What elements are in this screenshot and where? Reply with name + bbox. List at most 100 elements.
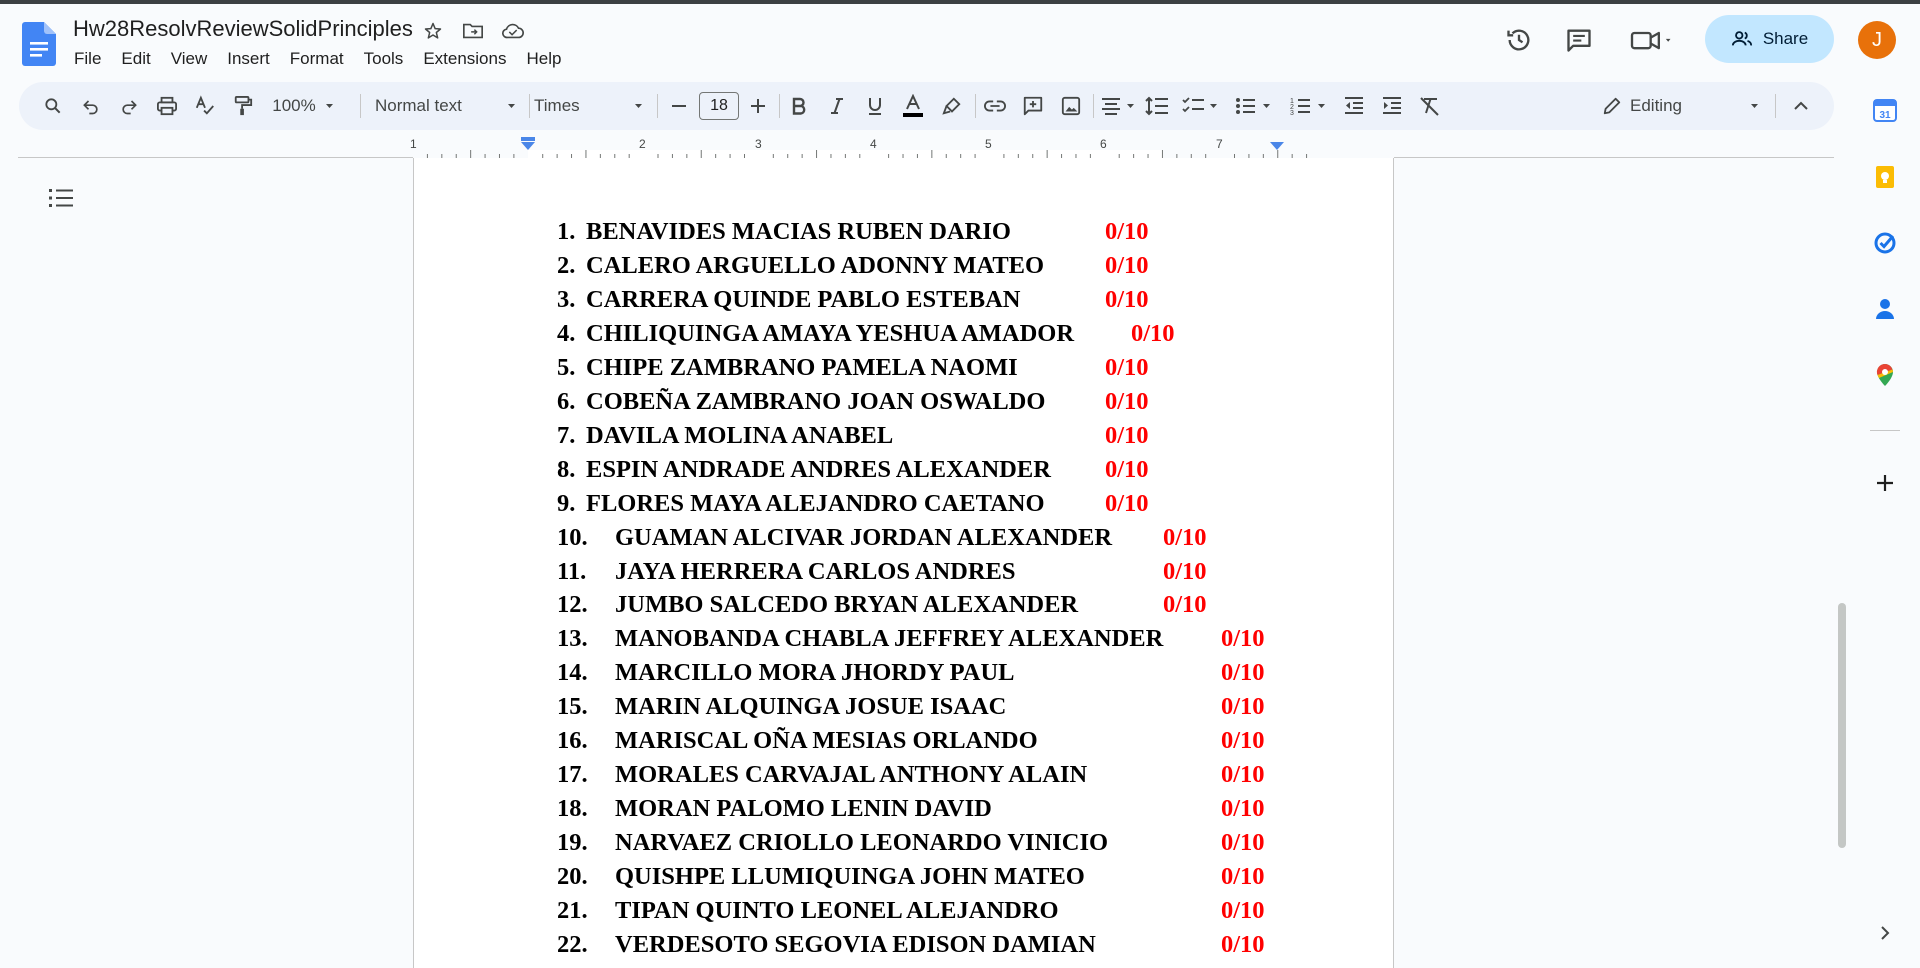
meet-button[interactable] xyxy=(1628,24,1678,56)
menu-extensions[interactable]: Extensions xyxy=(413,47,516,71)
undo-icon[interactable] xyxy=(79,94,103,118)
list-number: 10. xyxy=(557,523,588,551)
insert-image-icon[interactable] xyxy=(1058,94,1084,118)
hide-menus-icon[interactable] xyxy=(1789,94,1813,118)
decrease-font-size-icon[interactable] xyxy=(667,94,691,118)
highlight-color-icon[interactable] xyxy=(939,94,965,118)
text-color-icon[interactable] xyxy=(900,94,926,118)
ruler-label: 3 xyxy=(755,137,762,151)
chevron-right-icon[interactable] xyxy=(1873,921,1897,945)
ruler-label: 4 xyxy=(870,137,877,151)
menu-view[interactable]: View xyxy=(161,47,218,71)
add-comment-icon[interactable] xyxy=(1020,94,1046,118)
student-name: MORAN PALOMO LENIN DAVID xyxy=(615,795,992,823)
decrease-indent-icon[interactable] xyxy=(1341,94,1367,118)
search-menus-icon[interactable] xyxy=(41,94,65,118)
student-name: BENAVIDES MACIAS RUBEN DARIO xyxy=(586,218,1011,245)
list-number: 11. xyxy=(557,557,587,585)
increase-font-size-icon[interactable] xyxy=(746,94,770,118)
increase-indent-icon[interactable] xyxy=(1379,94,1405,118)
cloud-status-icon[interactable] xyxy=(500,18,526,44)
menu-edit[interactable]: Edit xyxy=(111,47,160,71)
move-folder-icon[interactable] xyxy=(460,18,486,44)
bold-icon[interactable] xyxy=(786,94,812,118)
ruler-label: 7 xyxy=(1216,137,1223,151)
list-number: 13. xyxy=(557,625,588,653)
student-score: 0/10 xyxy=(1105,489,1149,517)
calendar-icon[interactable]: 31 xyxy=(1873,98,1897,122)
tasks-icon[interactable] xyxy=(1873,231,1897,255)
menu-tools[interactable]: Tools xyxy=(354,47,414,71)
student-name: CARRERA QUINDE PABLO ESTEBAN xyxy=(586,285,1021,313)
list-number: 14. xyxy=(557,659,588,687)
ruler-label: 5 xyxy=(985,137,992,151)
version-history-icon[interactable] xyxy=(1503,24,1535,56)
italic-icon[interactable] xyxy=(824,94,850,118)
paint-format-icon[interactable] xyxy=(231,94,255,118)
redo-icon[interactable] xyxy=(117,94,141,118)
maps-icon[interactable] xyxy=(1873,363,1897,387)
share-button[interactable]: Share xyxy=(1705,15,1834,63)
list-number: 8. xyxy=(557,455,576,483)
bulleted-list-select[interactable] xyxy=(1234,94,1280,118)
contacts-icon[interactable] xyxy=(1873,297,1897,321)
document-outline-icon[interactable] xyxy=(47,186,75,210)
document-title[interactable]: Hw28ResolvReviewSolidPrinciples xyxy=(73,16,413,42)
student-name: JAYA HERRERA CARLOS ANDRES xyxy=(615,557,1016,585)
student-name: TIPAN QUINTO LEONEL ALEJANDRO xyxy=(615,897,1059,924)
paragraph-style-select[interactable]: Normal text xyxy=(375,94,519,118)
list-number: 19. xyxy=(557,829,588,857)
student-name: JUMBO SALCEDO BRYAN ALEXANDER xyxy=(615,591,1079,619)
ruler-label: 1 xyxy=(410,137,417,151)
formatting-toolbar: 100% Normal text Times 18 1 2 3 Editing xyxy=(19,82,1834,130)
student-score: 0/10 xyxy=(1221,897,1265,924)
student-score: 0/10 xyxy=(1221,693,1265,721)
docs-logo-icon[interactable] xyxy=(22,22,56,66)
menu-format[interactable]: Format xyxy=(280,47,354,71)
star-icon[interactable] xyxy=(420,18,446,44)
list-number: 20. xyxy=(557,863,588,891)
keep-icon[interactable] xyxy=(1873,165,1897,189)
student-score: 0/10 xyxy=(1163,591,1207,619)
student-name: GUAMAN ALCIVAR JORDAN ALEXANDER xyxy=(615,523,1113,551)
print-icon[interactable] xyxy=(155,94,179,118)
menu-file[interactable]: File xyxy=(64,47,111,71)
vertical-scrollbar[interactable] xyxy=(1838,603,1846,848)
menu-insert[interactable]: Insert xyxy=(217,47,280,71)
horizontal-ruler[interactable] xyxy=(413,136,1394,158)
ruler-label: 2 xyxy=(639,137,646,151)
zoom-select[interactable]: 100% xyxy=(269,94,341,118)
svg-text:31: 31 xyxy=(1879,110,1891,121)
student-score: 0/10 xyxy=(1105,421,1149,449)
align-select[interactable] xyxy=(1099,94,1141,118)
student-score: 0/10 xyxy=(1105,387,1149,415)
add-icon[interactable] xyxy=(1873,471,1897,495)
list-number: 15. xyxy=(557,693,588,721)
student-score: 0/10 xyxy=(1105,251,1149,279)
list-number: 9. xyxy=(557,489,576,517)
underline-icon[interactable] xyxy=(862,94,888,118)
clear-formatting-icon[interactable] xyxy=(1417,94,1443,118)
numbered-list-select[interactable]: 123 xyxy=(1289,94,1335,118)
account-avatar[interactable]: J xyxy=(1858,21,1896,59)
insert-link-icon[interactable] xyxy=(982,94,1008,118)
student-score: 0/10 xyxy=(1163,523,1207,551)
font-family-select[interactable]: Times xyxy=(534,94,646,118)
student-score: 0/10 xyxy=(1105,353,1149,381)
menu-help[interactable]: Help xyxy=(516,47,571,71)
comments-icon[interactable] xyxy=(1563,24,1595,56)
spellcheck-icon[interactable] xyxy=(193,94,217,118)
student-score: 0/10 xyxy=(1221,829,1265,857)
student-name: VERDESOTO SEGOVIA EDISON DAMIAN xyxy=(615,930,1096,958)
student-score: 0/10 xyxy=(1163,557,1207,585)
student-name: CALERO ARGUELLO ADONNY MATEO xyxy=(586,251,1045,279)
font-size-input[interactable]: 18 xyxy=(699,92,739,120)
checklist-select[interactable] xyxy=(1181,94,1227,118)
student-name: COBEÑA ZAMBRANO JOAN OSWALDO xyxy=(586,387,1046,415)
zoom-value: 100% xyxy=(272,96,316,115)
line-spacing-icon[interactable] xyxy=(1144,94,1170,118)
pencil-icon xyxy=(1603,97,1621,115)
list-number: 18. xyxy=(557,795,588,823)
editing-mode-select[interactable]: Editing xyxy=(1602,94,1762,118)
student-name: MARISCAL OÑA MESIAS ORLANDO xyxy=(615,727,1038,755)
